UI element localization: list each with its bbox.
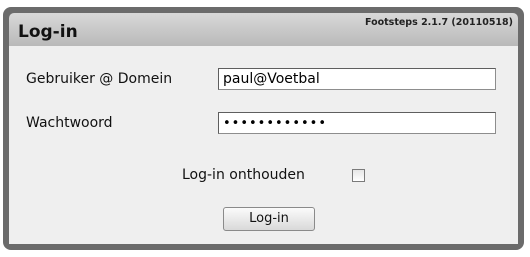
- user-label: Gebruiker @ Domein: [26, 71, 173, 87]
- panel-header: Log-in Footsteps 2.1.7 (20110518): [9, 13, 518, 46]
- version-label: Footsteps 2.1.7 (20110518): [364, 17, 513, 28]
- remember-checkbox[interactable]: [352, 169, 365, 182]
- user-domain-input[interactable]: [218, 68, 496, 90]
- remember-label: Log-in onthouden: [182, 167, 305, 183]
- password-label: Wachtwoord: [26, 115, 113, 131]
- panel-title: Log-in: [18, 22, 78, 42]
- login-button[interactable]: Log-in: [223, 207, 315, 231]
- login-panel: Log-in Footsteps 2.1.7 (20110518) Gebrui…: [3, 7, 524, 250]
- password-input[interactable]: [218, 112, 496, 134]
- login-form: Gebruiker @ Domein Wachtwoord Log-in ont…: [9, 46, 518, 244]
